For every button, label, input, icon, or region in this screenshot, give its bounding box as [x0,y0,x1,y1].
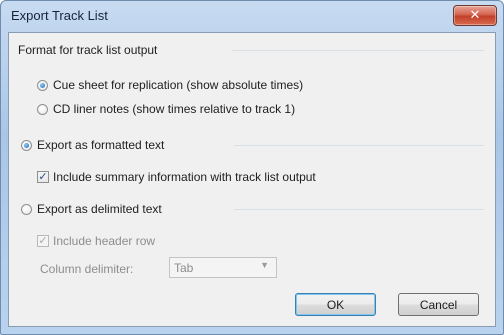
close-icon: ✕ [469,8,481,23]
column-delimiter-value: Tab [174,261,194,275]
cd-liner-notes-label[interactable]: CD liner notes (show times relative to t… [53,102,295,116]
format-group-label: Format for track list output [18,43,158,57]
ok-button[interactable]: OK [295,293,376,316]
cancel-button-label: Cancel [419,297,458,312]
column-delimiter-label: Column delimiter: [40,262,134,276]
title-bar[interactable]: Export Track List ✕ [1,1,503,33]
format-group-divider [232,50,484,51]
cue-sheet-label[interactable]: Cue sheet for replication (show absolute… [53,78,303,92]
dialog-body: Format for track list output Cue sheet f… [8,32,496,327]
cue-sheet-radio[interactable] [37,80,48,91]
column-delimiter-select[interactable]: Tab ▼ [169,257,277,278]
ok-button-label: OK [326,297,345,312]
export-delimited-label[interactable]: Export as delimited text [37,202,162,216]
delimited-divider [234,209,484,210]
export-track-list-dialog: Export Track List ✕ Format for track lis… [0,0,504,335]
export-formatted-label[interactable]: Export as formatted text [37,138,164,152]
export-delimited-radio[interactable] [21,204,32,215]
chevron-down-icon: ▼ [260,260,269,270]
checkmark-icon: ✓ [38,234,48,247]
include-header-checkbox[interactable]: ✓ [37,235,49,247]
include-header-label[interactable]: Include header row [53,234,155,248]
include-summary-label[interactable]: Include summary information with track l… [53,170,316,184]
dialog-title: Export Track List [11,8,108,23]
checkmark-icon: ✓ [38,170,48,183]
export-formatted-radio[interactable] [21,140,32,151]
include-summary-checkbox[interactable]: ✓ [37,171,49,183]
close-button[interactable]: ✕ [453,5,497,26]
cancel-button[interactable]: Cancel [398,293,479,316]
formatted-divider [234,145,484,146]
cd-liner-notes-radio[interactable] [37,104,48,115]
